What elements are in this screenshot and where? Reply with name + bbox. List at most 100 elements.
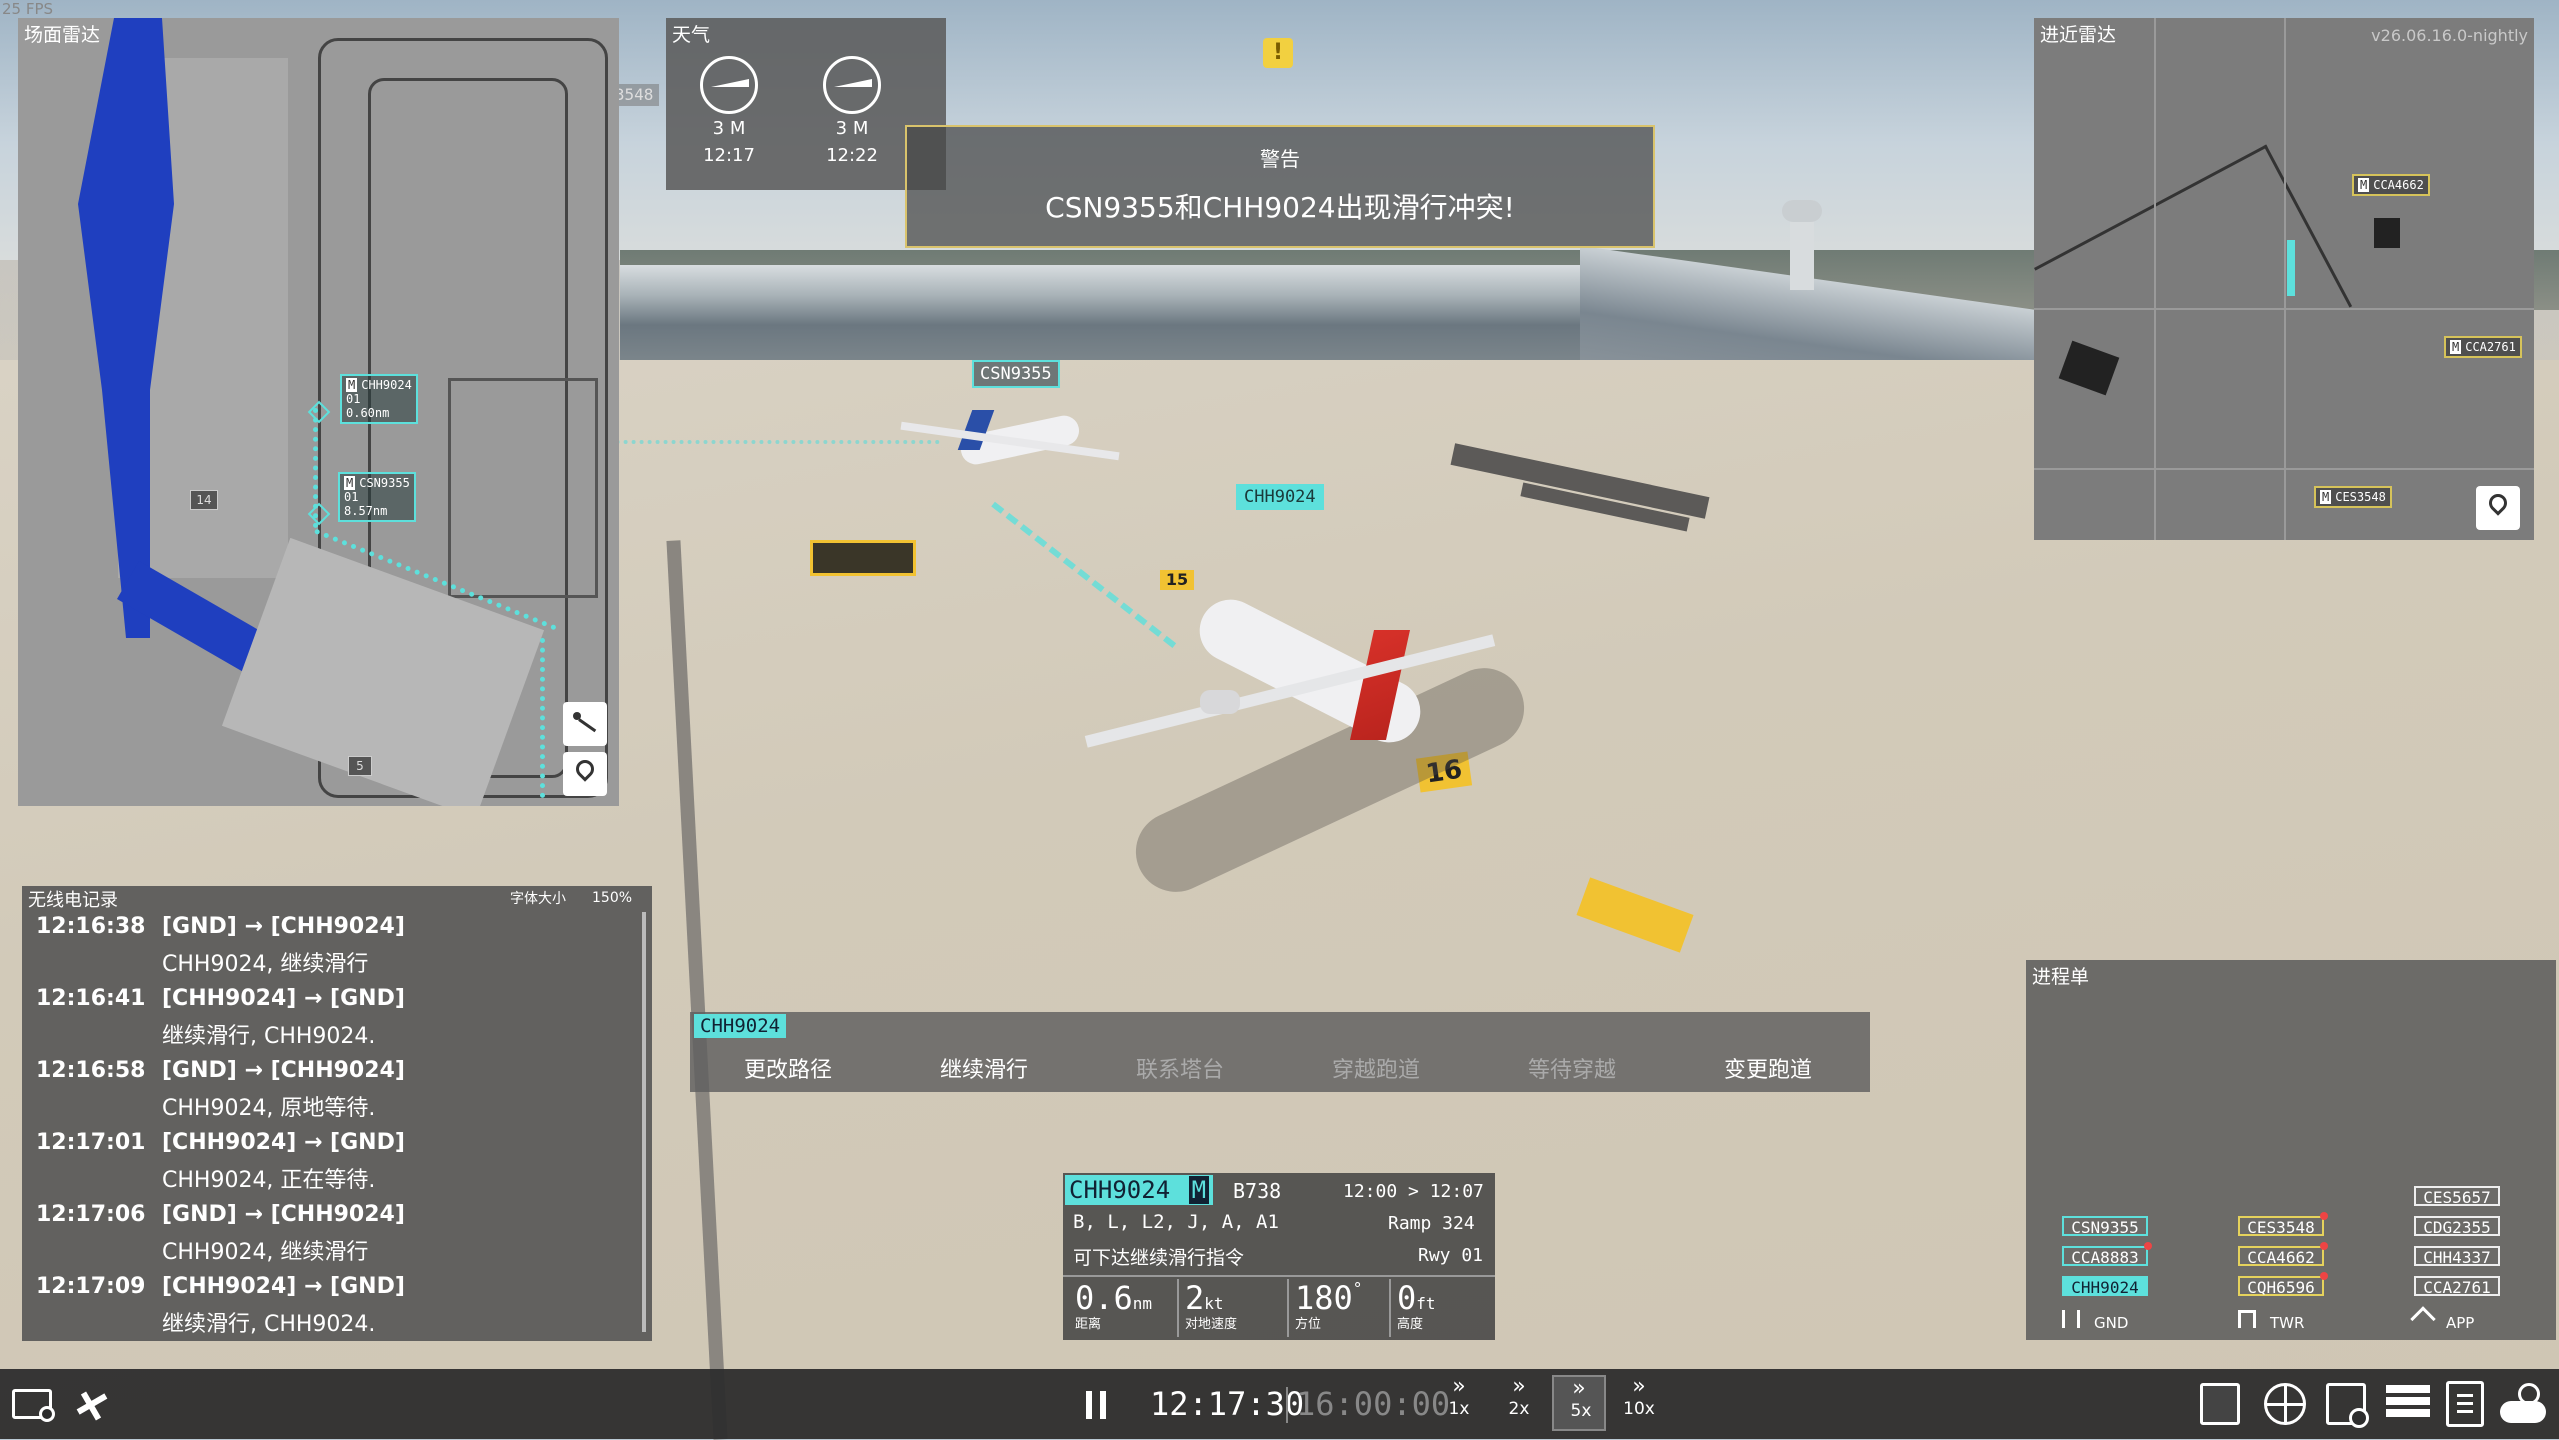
radar-tag-csn9355[interactable]: M CSN9355 01 8.57nm bbox=[338, 472, 416, 522]
schedule-icon[interactable] bbox=[2326, 1383, 2369, 1428]
radar-tag-chh9024[interactable]: M CHH9024 01 0.60nm bbox=[340, 374, 418, 424]
route-icon[interactable] bbox=[563, 702, 607, 746]
alert-title: 警告 bbox=[1260, 147, 1300, 171]
weather-icon[interactable] bbox=[2500, 1383, 2548, 1425]
command-callsign: CHH9024 bbox=[694, 1014, 787, 1038]
strip-cca2761[interactable]: CCA2761 bbox=[2414, 1276, 2500, 1297]
radar-icon[interactable] bbox=[2264, 1383, 2306, 1425]
contact-tower-button[interactable]: 联系塔台 bbox=[1136, 1052, 1224, 1084]
log-entry: 12:17:06 [GND] → [CHH9024] CHH9024, 继续滑行 bbox=[22, 1200, 647, 1272]
weather-panel[interactable]: 天气 3 M 12:17 3 M 12:22 bbox=[666, 18, 946, 190]
strip-cca4662[interactable]: CCA4662 bbox=[2238, 1246, 2324, 1267]
weather-title: 天气 bbox=[672, 24, 711, 46]
stat-value: 0 bbox=[1397, 1279, 1417, 1317]
target-time: 16:00:00 bbox=[1296, 1385, 1451, 1423]
airport-icon[interactable] bbox=[72, 1385, 112, 1425]
map-icon[interactable] bbox=[2200, 1383, 2240, 1425]
terrain-patch bbox=[2374, 218, 2400, 248]
strip-ces5657[interactable]: CES5657 bbox=[2414, 1186, 2500, 1207]
scene-label-csn9355[interactable]: CSN9355 bbox=[972, 360, 1060, 388]
wind-value: 3 M bbox=[712, 118, 746, 139]
warning-icon[interactable]: ! bbox=[1263, 38, 1293, 68]
tag-line2: 01 bbox=[344, 490, 359, 504]
speed-2x-button[interactable]: » 2x bbox=[1492, 1375, 1546, 1431]
location-pin-icon[interactable] bbox=[2476, 486, 2520, 530]
clipboard-icon[interactable] bbox=[2446, 1381, 2484, 1427]
bottom-toolbar: 12:17:30 16:00:00 » 1x » 2x » 5x » 10x bbox=[0, 1369, 2559, 1439]
sim-time: 12:17:30 bbox=[1150, 1385, 1305, 1423]
strip-cca8883[interactable]: CCA8883 bbox=[2062, 1246, 2148, 1267]
settings-icon[interactable] bbox=[12, 1389, 55, 1422]
stat-value: 2 bbox=[1185, 1279, 1205, 1317]
speed-5x-button[interactable]: » 5x bbox=[1552, 1375, 1606, 1431]
terminal-building bbox=[620, 265, 1600, 365]
strip-chh4337[interactable]: CHH4337 bbox=[2414, 1246, 2500, 1267]
pause-button[interactable] bbox=[1086, 1391, 1108, 1419]
taxi-route-line bbox=[540, 638, 555, 798]
strip-cdg2355[interactable]: CDG2355 bbox=[2414, 1216, 2500, 1237]
font-size-label: 字体大小 bbox=[510, 891, 566, 907]
speed-10x-button[interactable]: » 10x bbox=[1612, 1375, 1666, 1431]
speed-label: 1x bbox=[1448, 1399, 1470, 1419]
gnd-label[interactable]: GND bbox=[2094, 1314, 2128, 1332]
log-message: 继续滑行, CHH9024. bbox=[162, 1312, 376, 1337]
stat-unit: nm bbox=[1132, 1294, 1153, 1313]
ground-radar-panel[interactable]: 场面雷达 14 5 M CHH9024 01 0.60nm M CSN9355 01… bbox=[18, 18, 619, 806]
log-time: 12:17:01 bbox=[36, 1130, 146, 1155]
aircraft-type: B738 bbox=[1233, 1179, 1282, 1203]
version-label: v26.06.16.0-nightly bbox=[2371, 26, 2528, 45]
approach-tag[interactable]: M CES3548 bbox=[2314, 486, 2392, 508]
log-header: [CHH9024] → [GND] bbox=[162, 1274, 405, 1299]
stat-value: 180 bbox=[1295, 1279, 1353, 1317]
tag-line2: 01 bbox=[346, 392, 361, 406]
speed-1x-button[interactable]: » 1x bbox=[1432, 1375, 1486, 1431]
conflict-dot bbox=[2320, 1212, 2328, 1220]
strip-ces3548[interactable]: CES3548 bbox=[2238, 1216, 2324, 1237]
fast-forward-icon: » bbox=[1632, 1374, 1646, 1399]
hold-short-button[interactable]: 等待穿越 bbox=[1528, 1052, 1616, 1084]
twr-label[interactable]: TWR bbox=[2270, 1314, 2304, 1332]
strips-icon[interactable] bbox=[2386, 1385, 2430, 1423]
flight-info-card[interactable]: CHH9024 M B738 12:00 > 12:07 B, L, L2, J… bbox=[1063, 1173, 1495, 1340]
conflict-alert[interactable]: 警告 CSN9355和CHH9024出现滑行冲突! bbox=[905, 125, 1655, 248]
fast-forward-icon: » bbox=[1512, 1374, 1526, 1399]
mode-badge: M bbox=[344, 476, 356, 490]
strip-cqh6596[interactable]: CQH6596 bbox=[2238, 1276, 2324, 1297]
taxi-sign bbox=[810, 540, 916, 576]
stat-divider bbox=[1063, 1275, 1495, 1277]
scene-label-chh9024[interactable]: CHH9024 bbox=[1236, 484, 1324, 510]
log-header: [GND] → [CHH9024] bbox=[162, 914, 405, 939]
approach-radar-title: 进近雷达 bbox=[2040, 24, 2117, 46]
stat-separator bbox=[1389, 1279, 1391, 1337]
stat-heading: 180° 方位 bbox=[1295, 1279, 1385, 1332]
approach-tag[interactable]: M CCA2761 bbox=[2444, 336, 2522, 358]
continue-taxi-button[interactable]: 继续滑行 bbox=[940, 1052, 1028, 1084]
gnd-icon bbox=[2062, 1310, 2080, 1328]
strip-chh9024[interactable]: CHH9024 bbox=[2062, 1276, 2148, 1297]
approach-tag[interactable]: M CCA4662 bbox=[2352, 174, 2430, 196]
log-message: CHH9024, 继续滑行 bbox=[162, 1240, 369, 1265]
log-entry: 12:16:58 [GND] → [CHH9024] CHH9024, 原地等待… bbox=[22, 1056, 647, 1128]
stat-label: 对地速度 bbox=[1185, 1317, 1238, 1332]
app-label[interactable]: APP bbox=[2446, 1314, 2474, 1332]
fast-forward-icon: » bbox=[1572, 1376, 1586, 1401]
location-pin-icon[interactable] bbox=[563, 752, 607, 796]
approach-radar-panel[interactable]: 进近雷达 v26.06.16.0-nightly M CCA4662 M CCA27… bbox=[2034, 18, 2534, 540]
stand-area bbox=[448, 378, 598, 598]
font-size-value[interactable]: 150% bbox=[592, 890, 632, 906]
cross-runway-button[interactable]: 穿越跑道 bbox=[1332, 1052, 1420, 1084]
log-header: [GND] → [CHH9024] bbox=[162, 1202, 405, 1227]
change-route-button[interactable]: 更改路径 bbox=[744, 1052, 832, 1084]
stand: Ramp 324 bbox=[1388, 1213, 1475, 1234]
log-time: 12:17:09 bbox=[36, 1274, 146, 1299]
log-entry: 12:17:09 [CHH9024] → [GND] 继续滑行, CHH9024… bbox=[22, 1272, 647, 1344]
strip-csn9355[interactable]: CSN9355 bbox=[2062, 1216, 2148, 1237]
conflict-dot bbox=[2320, 1242, 2328, 1250]
fps-counter: 25 FPS bbox=[2, 0, 54, 18]
log-header: [CHH9024] → [GND] bbox=[162, 1130, 405, 1155]
progress-strips-panel[interactable]: 进程单 CSN9355 CCA8883 CHH9024 GND CES3548 … bbox=[2026, 960, 2556, 1340]
radio-log-panel[interactable]: 无线电记录 字体大小 150% 12:16:38 [GND] → [CHH902… bbox=[22, 886, 652, 1341]
stat-altitude: 0ft 高度 bbox=[1397, 1279, 1487, 1332]
change-runway-button[interactable]: 变更跑道 bbox=[1724, 1052, 1812, 1084]
tag-line3: 0.60nm bbox=[346, 406, 390, 420]
